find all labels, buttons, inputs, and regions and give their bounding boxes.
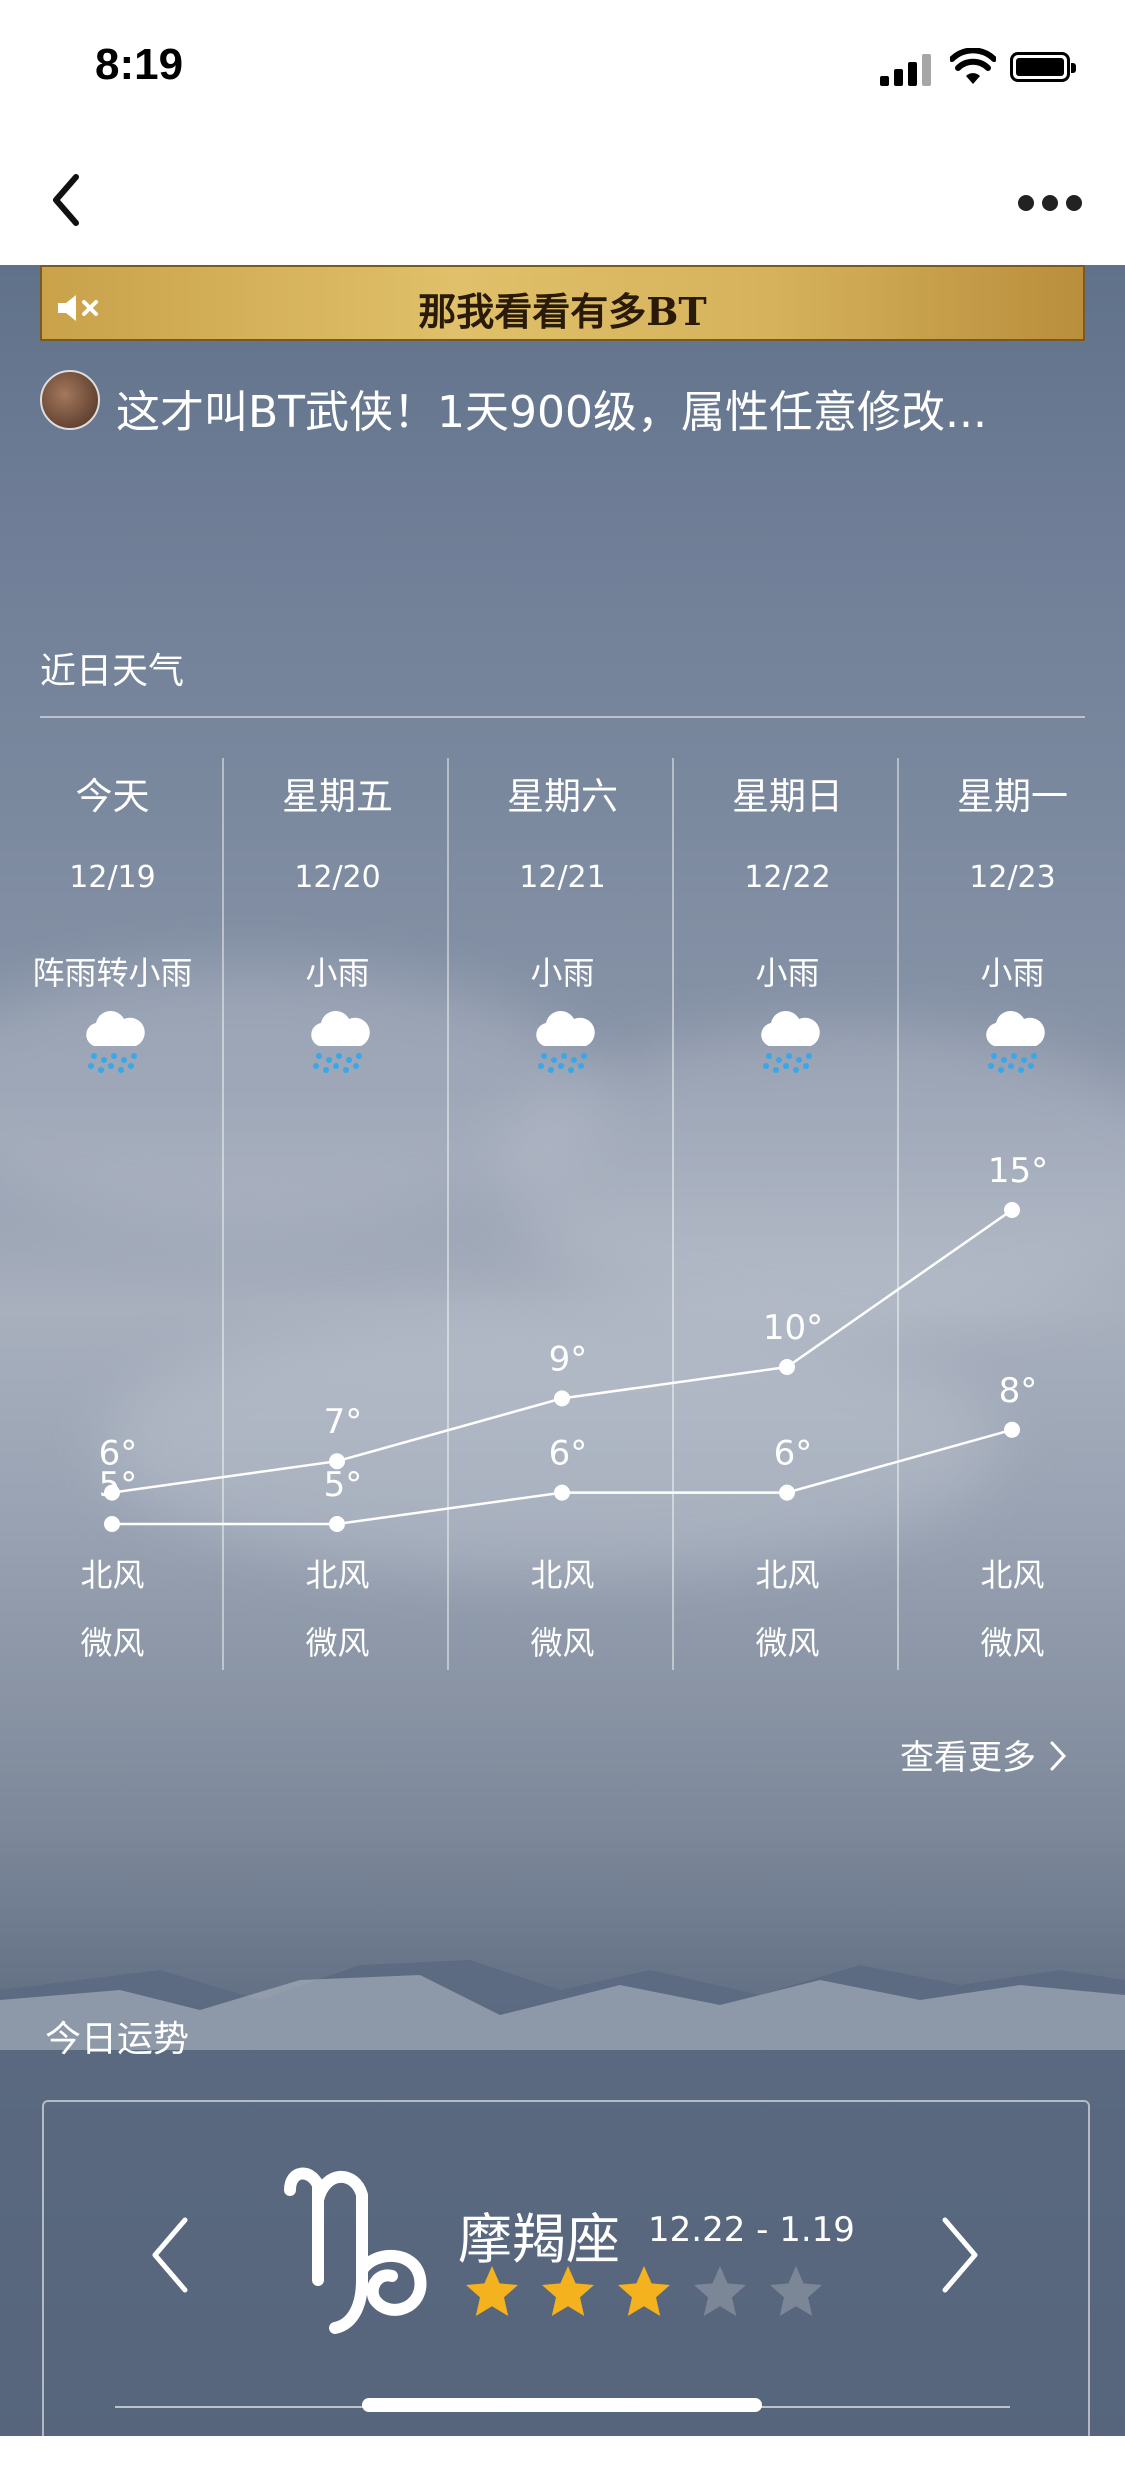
rain-cloud-icon xyxy=(310,1010,370,1073)
star-filled-icon xyxy=(542,2266,594,2316)
zodiac-date-range: 12.22 - 1.19 xyxy=(648,2210,855,2250)
low-temp-point xyxy=(104,1516,120,1532)
date-label: 12/22 xyxy=(744,860,831,895)
wind-level: 微风 xyxy=(530,1624,595,1662)
view-more-label: 查看更多 xyxy=(900,1738,1036,1778)
low-temp-point xyxy=(554,1484,570,1501)
star-filled-icon xyxy=(618,2266,670,2316)
condition-label: 小雨 xyxy=(530,954,595,992)
rain-cloud-icon xyxy=(760,1010,820,1073)
date-label: 12/23 xyxy=(969,860,1056,895)
low-temp-label: 6° xyxy=(774,1434,813,1474)
ad-title: 这才叫BT武侠！1天900级，属性任意修改... xyxy=(116,387,987,438)
rain-cloud-icon xyxy=(85,1010,145,1073)
rain-cloud-icon xyxy=(535,1010,595,1073)
star-filled-icon xyxy=(466,2266,518,2316)
condition-label: 阵雨转小雨 xyxy=(32,954,193,992)
fortune-section-title: 今日运势 xyxy=(45,2019,190,2060)
date-label: 12/21 xyxy=(519,860,606,895)
day-label: 星期五 xyxy=(282,775,393,818)
day-label: 星期一 xyxy=(957,775,1068,818)
day-label: 星期日 xyxy=(732,775,843,818)
date-label: 12/19 xyxy=(69,860,156,895)
high-temp-label: 15° xyxy=(988,1151,1048,1191)
prev-sign-icon[interactable] xyxy=(140,2205,200,2305)
low-temp-label: 6° xyxy=(549,1434,588,1474)
wind-level: 微风 xyxy=(755,1624,820,1662)
ad-title-row[interactable]: 这才叫BT武侠！1天900级，属性任意修改... xyxy=(40,368,1090,438)
wind-level: 微风 xyxy=(305,1624,370,1662)
chevron-right-icon xyxy=(1050,1741,1066,1771)
nav-bar xyxy=(0,135,1125,265)
high-temp-point xyxy=(1004,1202,1020,1218)
high-temp-label: 9° xyxy=(549,1339,588,1379)
view-more-link[interactable]: 查看更多 xyxy=(900,1730,1069,1779)
star-empty-icon xyxy=(694,2266,746,2316)
next-sign-icon[interactable] xyxy=(930,2205,990,2305)
high-temp-point xyxy=(779,1359,795,1375)
day-label: 星期六 xyxy=(507,775,618,818)
status-bar: 8:19 xyxy=(0,0,1125,135)
avatar xyxy=(40,370,100,430)
high-temp-label: 10° xyxy=(763,1308,823,1348)
wifi-icon xyxy=(950,48,996,84)
low-temp-label: 8° xyxy=(999,1371,1038,1411)
home-indicator xyxy=(362,2398,762,2412)
condition-label: 小雨 xyxy=(980,954,1045,992)
star-empty-icon xyxy=(770,2266,822,2316)
low-temp-point xyxy=(1004,1421,1020,1438)
battery-icon xyxy=(1010,52,1076,82)
low-temp-label: 5° xyxy=(324,1465,363,1505)
ad-banner-text: 那我看看有多BT xyxy=(418,289,707,334)
forecast-section-title: 近日天气 xyxy=(40,651,185,692)
condition-label: 小雨 xyxy=(755,954,820,992)
condition-label: 小雨 xyxy=(305,954,370,992)
back-chevron-icon[interactable] xyxy=(40,165,100,235)
high-temp-point xyxy=(554,1390,570,1407)
high-temp-label: 7° xyxy=(324,1402,363,1442)
capricorn-icon xyxy=(284,2167,427,2334)
fortune-rating xyxy=(462,2262,842,2326)
temperature-chart: 6°7°9°10°15°5° 5°6° 6°8° xyxy=(99,1151,1048,1532)
day-label: 今天 xyxy=(75,775,150,818)
low-temp-label: 5° xyxy=(99,1465,138,1505)
ad-banner[interactable]: 那我看看有多BT xyxy=(40,265,1085,341)
forecast-divider xyxy=(40,716,1085,718)
low-temp-point xyxy=(779,1484,795,1501)
wind-level: 微风 xyxy=(980,1624,1045,1662)
cellular-signal-icon xyxy=(880,52,936,86)
rain-cloud-icon xyxy=(985,1010,1045,1073)
date-label: 12/20 xyxy=(294,860,381,895)
more-options-icon[interactable] xyxy=(1010,175,1090,225)
wind-level: 微风 xyxy=(80,1624,145,1662)
low-temp-point xyxy=(329,1516,345,1532)
status-time: 8:19 xyxy=(95,40,184,89)
